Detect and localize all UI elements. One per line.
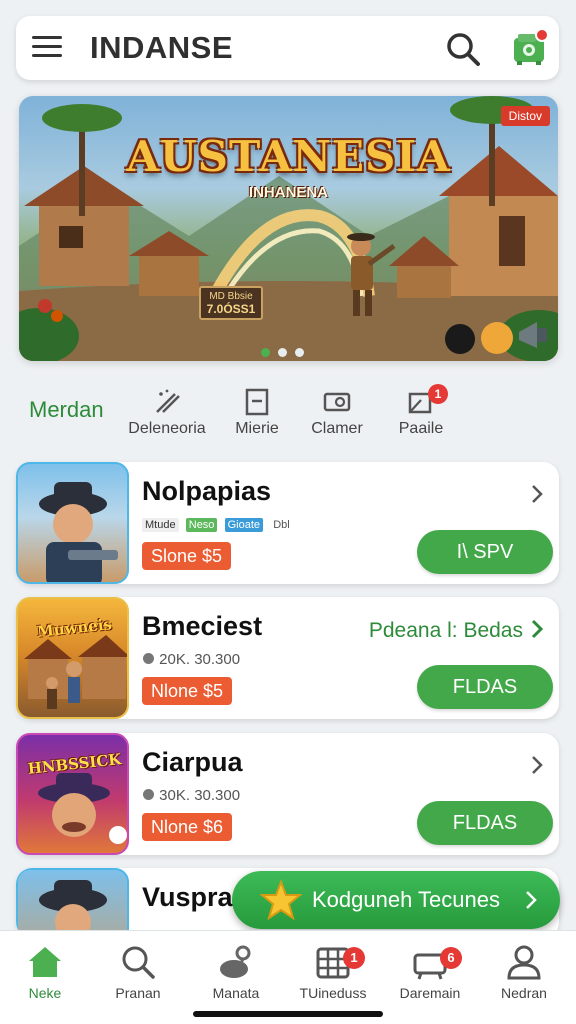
- menu-icon[interactable]: [32, 36, 62, 60]
- category-item[interactable]: Clamer: [292, 388, 382, 438]
- nav-label: Manata: [212, 985, 260, 1001]
- game-title: Ciarpua: [142, 747, 243, 777]
- game-meta-text: 30K. 30.300: [159, 787, 241, 804]
- search-icon[interactable]: [444, 30, 482, 68]
- top-app-bar: INDANSE: [16, 16, 559, 80]
- banner-title: AUSTANESIA: [126, 132, 451, 181]
- meta-chip: Dbl: [270, 518, 293, 533]
- meta-chip: Mtude: [142, 518, 179, 533]
- pagination-dot[interactable]: [261, 348, 270, 357]
- category-label: Mierie: [235, 420, 279, 437]
- nav-label: Daremain: [399, 985, 461, 1001]
- game-title: Bmeciest: [142, 611, 263, 641]
- category-bar: Merdan Deleneoria Mierie Clamer 1 Paaile: [0, 384, 576, 444]
- coin-icon: [143, 653, 154, 664]
- category-item[interactable]: 1 Paaile: [376, 384, 466, 438]
- category-item[interactable]: Deleneoria: [122, 388, 212, 438]
- category-label: Deleneoria: [128, 420, 206, 437]
- nav-item-grid[interactable]: 1 TUineduss: [285, 943, 381, 1001]
- game-title: Nolpapias: [142, 476, 272, 506]
- category-item[interactable]: Mierie: [212, 388, 302, 438]
- pagination-dot[interactable]: [295, 348, 304, 357]
- chevron-right-icon[interactable]: [529, 753, 545, 777]
- game-meta: 30K. 30.300: [142, 787, 240, 804]
- nav-item-profile[interactable]: Nedran: [476, 943, 572, 1001]
- floating-promo-label: Kodguneh Tecunes: [312, 887, 500, 912]
- banner-tag[interactable]: Distov: [500, 106, 550, 126]
- banner-sign: MD Bbsie 7.0ÓSS1: [199, 286, 263, 320]
- meta-chip: Gioate: [224, 518, 264, 533]
- game-thumbnail-art: [39, 880, 107, 938]
- nav-label: Neke: [28, 985, 62, 1001]
- nav-item-basket[interactable]: 6 Daremain: [382, 943, 478, 1001]
- pagination-dot[interactable]: [278, 348, 287, 357]
- wand-icon: [156, 389, 180, 413]
- nav-label: Nedran: [501, 985, 547, 1001]
- game-promo-link[interactable]: Pdeana l: Bedas: [369, 619, 523, 643]
- map-pin-icon: [220, 945, 251, 978]
- price-badge: Nlone $6: [142, 813, 233, 841]
- app-title: INDANSE: [90, 30, 234, 65]
- nav-item-map[interactable]: Manata: [188, 943, 284, 1001]
- banner-sign-value: 7.0ÓSS1: [206, 302, 256, 316]
- game-meta-text: 20K. 30.300: [159, 651, 241, 668]
- coin-icon: [143, 789, 154, 800]
- document-icon: [245, 388, 269, 416]
- nav-item-home[interactable]: Neke: [0, 943, 93, 1001]
- category-label: Clamer: [311, 420, 363, 437]
- home-icon: [29, 947, 61, 977]
- hero-banner[interactable]: AUSTANESIA INHANENA Distov MD Bbsie 7.0Ó…: [19, 96, 558, 361]
- nav-label: Pranan: [115, 985, 161, 1001]
- bottom-navigation: Neke Pranan Manata 1 TUineduss 6 Daremai…: [0, 930, 576, 1024]
- cart-button[interactable]: [510, 28, 550, 68]
- game-thumbnail-art: [39, 482, 118, 582]
- game-title: Vusprar: [142, 882, 244, 912]
- game-meta: Mtude Neso Gioate Dbl: [142, 516, 296, 533]
- category-badge: 1: [428, 384, 448, 404]
- game-thumbnail: [16, 462, 129, 584]
- game-meta: 20K. 30.300: [142, 651, 240, 668]
- chevron-right-icon[interactable]: [529, 617, 545, 641]
- game-action-button[interactable]: FLDAS: [417, 801, 553, 845]
- banner-subtitle: INHANENA: [248, 184, 329, 201]
- banner-pagination: [261, 344, 312, 357]
- price-badge: Nlone $5: [142, 677, 233, 705]
- chevron-right-icon: [526, 891, 537, 909]
- game-action-button[interactable]: FLDAS: [417, 665, 553, 709]
- game-thumbnail: Muwneis: [16, 597, 129, 719]
- game-card[interactable]: Muwneis Bmeciest Pdeana l: Bedas 20K. 30…: [16, 597, 559, 719]
- star-icon: [260, 879, 302, 921]
- megaphone-icon: [519, 322, 547, 348]
- game-action-button[interactable]: I\ SPV: [417, 530, 553, 574]
- banner-mascot-icon: [481, 322, 513, 354]
- banner-badge-icon: [445, 324, 475, 354]
- category-active[interactable]: Merdan: [29, 397, 104, 423]
- game-thumbnail: HNBSSICK: [16, 733, 129, 855]
- cart-notification-dot: [535, 28, 549, 42]
- category-label: Paaile: [398, 420, 444, 437]
- nav-item-search[interactable]: Pranan: [90, 943, 186, 1001]
- user-icon: [507, 945, 541, 980]
- nav-badge: 6: [440, 947, 462, 969]
- game-thumbnail: [16, 868, 129, 938]
- floating-promo-button[interactable]: Kodguneh Tecunes: [232, 871, 560, 929]
- meta-chip: Neso: [185, 518, 218, 533]
- game-card[interactable]: Nolpapias Mtude Neso Gioate Dbl Slone $5…: [16, 462, 559, 584]
- ticket-icon: [323, 392, 351, 412]
- game-card[interactable]: HNBSSICK Ciarpua 30K. 30.300 Nlone $6 FL…: [16, 733, 559, 855]
- search-icon: [122, 946, 155, 979]
- nav-badge: 1: [343, 947, 365, 969]
- price-badge: Slone $5: [142, 542, 232, 570]
- home-indicator: [193, 1011, 383, 1017]
- chevron-right-icon[interactable]: [529, 482, 545, 506]
- nav-label: TUineduss: [299, 985, 367, 1001]
